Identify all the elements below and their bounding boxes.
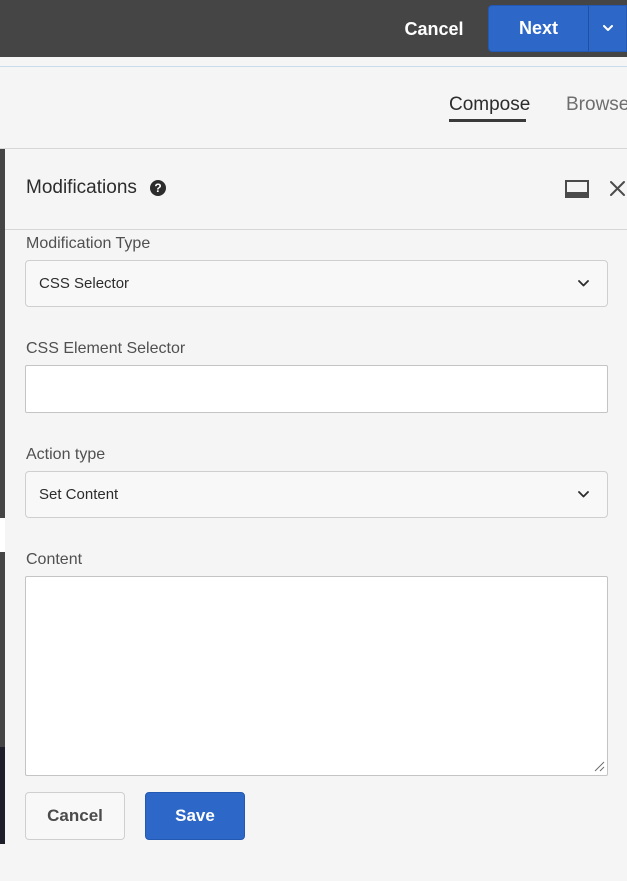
topbar-cancel-button[interactable]: Cancel bbox=[395, 11, 473, 47]
close-icon-graphic bbox=[610, 181, 625, 196]
dock-icon-graphic bbox=[565, 180, 589, 198]
chevron-down-icon bbox=[603, 25, 613, 31]
modifications-panel: Modifications ? Modification Type CSS Se… bbox=[5, 149, 627, 881]
action-type-label: Action type bbox=[26, 446, 106, 463]
chevron-down-icon bbox=[578, 491, 589, 498]
save-button[interactable]: Save bbox=[145, 792, 245, 840]
modification-type-select[interactable]: CSS Selector bbox=[25, 260, 608, 307]
content-label: Content bbox=[26, 551, 83, 568]
cancel-button[interactable]: Cancel bbox=[25, 792, 125, 840]
modification-type-label: Modification Type bbox=[26, 235, 151, 252]
content-textarea[interactable] bbox=[25, 576, 608, 776]
css-selector-label: CSS Element Selector bbox=[26, 340, 186, 357]
panel-title: Modifications bbox=[26, 177, 137, 198]
panel-header: Modifications ? bbox=[5, 149, 627, 230]
action-type-select[interactable]: Set Content bbox=[25, 471, 608, 518]
css-selector-input[interactable] bbox=[25, 365, 608, 413]
next-button-group: Next bbox=[488, 5, 627, 52]
chevron-down-icon bbox=[578, 280, 589, 287]
dock-icon[interactable] bbox=[565, 179, 589, 199]
close-icon[interactable] bbox=[608, 179, 627, 199]
tab-browse[interactable]: Browse bbox=[566, 94, 627, 124]
mode-tabs-bar: Compose Browse bbox=[0, 68, 627, 149]
resize-grip-icon[interactable] bbox=[594, 761, 605, 772]
action-type-value: Set Content bbox=[39, 486, 119, 503]
topbar-accent-line bbox=[0, 57, 627, 67]
help-icon[interactable]: ? bbox=[150, 180, 166, 196]
modification-type-value: CSS Selector bbox=[39, 275, 130, 292]
next-menu-button[interactable] bbox=[589, 6, 627, 51]
next-button[interactable]: Next bbox=[489, 6, 588, 51]
top-bar: Cancel Next bbox=[0, 0, 627, 57]
tab-compose-active-indicator bbox=[449, 119, 526, 122]
